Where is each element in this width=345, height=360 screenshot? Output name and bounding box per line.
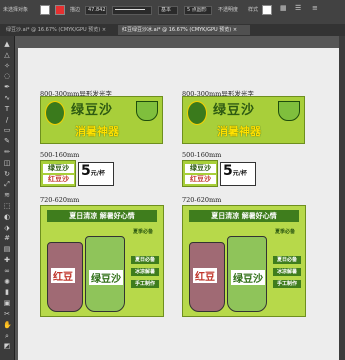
type-icon[interactable]: T	[3, 105, 11, 113]
eraser-icon[interactable]: ◫	[3, 159, 11, 167]
pen-icon[interactable]: ✒	[3, 83, 11, 91]
fill-swatch[interactable]	[40, 5, 50, 15]
price-unit: 元/杯	[90, 170, 105, 177]
blend-icon[interactable]: ∞	[3, 267, 11, 275]
free-transform-icon[interactable]: ⬚	[3, 202, 11, 210]
price-tag-2[interactable]: 5元/杯	[220, 162, 256, 186]
direct-selection-icon[interactable]: △	[3, 51, 11, 59]
close-icon: ×	[101, 27, 107, 33]
tag-3: 手工制作	[273, 280, 301, 288]
poster-2[interactable]: 夏日清凉 解暑好心情 红豆 绿豆沙 夏季必备 夏日必备 冰凉解暑 手工制作	[182, 205, 306, 317]
style-label[interactable]: 样式	[248, 6, 258, 13]
opacity-label[interactable]: 不透明度	[218, 6, 238, 13]
gradient-icon[interactable]: ▤	[3, 245, 11, 253]
tools-panel: ▲ △ ✧ ◌ ✒ ∿ T / ▭ ✎ ✏ ◫ ↻ ⤢ ≋ ⬚ ◐ ⬗ # ▤ ✚ ∞ ✺ ▮ ▣ ✂ ✋ ⌕ ◩	[0, 36, 15, 360]
curvature-icon[interactable]: ∿	[3, 94, 11, 102]
banner-title: 绿豆沙	[213, 103, 256, 118]
cup-green-label: 绿豆沙	[231, 270, 265, 285]
symbol-sprayer-icon[interactable]: ✺	[3, 278, 11, 286]
brush-type-field[interactable]: 基本	[158, 6, 178, 15]
hand-icon[interactable]: ✋	[3, 321, 12, 329]
small-sign-2[interactable]: 绿豆沙 红豆沙	[182, 160, 218, 187]
bowl-icon	[136, 101, 158, 121]
poster-title: 夏日清凉 解暑好心情	[47, 210, 157, 222]
banner-subtitle: 消暑神器	[217, 125, 261, 138]
selection-status: 未选择对象	[3, 7, 29, 13]
label-small-1: 500-160mm	[40, 151, 80, 159]
tag-1: 夏日必备	[131, 256, 159, 264]
stroke-swatch[interactable]	[55, 5, 65, 15]
tag-2: 冰凉解暑	[131, 268, 159, 276]
selection-icon[interactable]: ▲	[3, 40, 11, 48]
graph-icon[interactable]: ▮	[3, 288, 11, 296]
corner-badge: 夏季必备	[133, 229, 154, 235]
brush-field[interactable]	[112, 6, 152, 15]
chip-top: 绿豆沙	[43, 164, 74, 173]
artboard-icon[interactable]: ▣	[3, 299, 11, 307]
tag-1: 夏日必备	[273, 256, 301, 264]
chip-bottom: 红豆沙	[43, 175, 74, 184]
poster-1[interactable]: 夏日清凉 解暑好心情 红豆 绿豆沙 夏季必备 夏日必备 冰凉解暑 手工制作	[40, 205, 164, 317]
banner-1[interactable]: 绿豆沙 消暑神器	[40, 96, 163, 144]
lasso-icon[interactable]: ◌	[3, 72, 11, 80]
style-swatch[interactable]	[262, 5, 272, 15]
price-tag-1[interactable]: 5元/杯	[78, 162, 114, 186]
stroke-label: 描边	[70, 7, 81, 13]
tab-hongdou[interactable]: 红豆绿豆沙冰.ai* @ 16.67% (CMYK/GPU 预览) ×	[118, 25, 250, 35]
tab-lvdousha[interactable]: 绿豆沙.ai* @ 16.67% (CMYK/GPU 预览) ×	[2, 25, 118, 35]
banner-subtitle: 消暑神器	[75, 125, 119, 138]
point-field[interactable]: 5 点圆形	[184, 6, 212, 15]
mascot-icon	[187, 101, 207, 125]
cup-green-label: 绿豆沙	[89, 270, 123, 285]
eyedropper-icon[interactable]: ✚	[3, 256, 11, 264]
tag-3: 手工制作	[131, 280, 159, 288]
slice-icon[interactable]: ✂	[3, 310, 11, 318]
shape-builder-icon[interactable]: ◐	[3, 213, 11, 221]
control-bar: 未选择对象 描边 47.842 基本 5 点圆形 不透明度 样式 ▦ ☰ ≡	[0, 0, 345, 25]
mesh-icon[interactable]: #	[3, 234, 11, 242]
price-unit: 元/杯	[232, 170, 247, 177]
bowl-icon	[278, 101, 300, 121]
brush-stroke-preview	[115, 9, 145, 10]
cup-red-label: 红豆	[193, 268, 217, 283]
chip-bottom: 红豆沙	[185, 175, 216, 184]
label-poster-1: 720-620mm	[40, 196, 80, 204]
banner-title: 绿豆沙	[71, 103, 114, 118]
width-icon[interactable]: ≋	[3, 191, 11, 199]
menu-icon[interactable]: ≡	[312, 4, 318, 12]
banner-2[interactable]: 绿豆沙 消暑神器	[182, 96, 305, 144]
mascot-icon	[45, 101, 65, 125]
align-icon[interactable]: ☰	[295, 4, 301, 12]
rotate-icon[interactable]: ↻	[3, 170, 11, 178]
size-field[interactable]: 47.842	[85, 6, 107, 15]
rectangle-icon[interactable]: ▭	[3, 126, 11, 134]
tag-2: 冰凉解暑	[273, 268, 301, 276]
chip-top: 绿豆沙	[185, 164, 216, 173]
small-sign-1[interactable]: 绿豆沙 红豆沙	[40, 160, 76, 187]
price-value: 5	[81, 163, 91, 179]
vertical-scrollbar[interactable]	[339, 36, 345, 360]
close-icon: ×	[232, 27, 238, 33]
poster-title: 夏日清凉 解暑好心情	[189, 210, 299, 222]
zoom-icon[interactable]: ⌕	[3, 332, 11, 340]
line-icon[interactable]: /	[3, 116, 11, 124]
fill-stroke-icon[interactable]: ◩	[3, 342, 11, 350]
pencil-icon[interactable]: ✏	[3, 148, 11, 156]
cup-red-label: 红豆	[51, 268, 75, 283]
magic-wand-icon[interactable]: ✧	[3, 62, 11, 70]
scale-icon[interactable]: ⤢	[3, 180, 11, 188]
price-value: 5	[223, 163, 233, 179]
label-poster-2: 720-620mm	[182, 196, 222, 204]
perspective-icon[interactable]: ⬗	[3, 224, 11, 232]
paintbrush-icon[interactable]: ✎	[3, 137, 11, 145]
grid-icon[interactable]: ▦	[280, 4, 287, 12]
label-small-2: 500-160mm	[182, 151, 222, 159]
corner-badge: 夏季必备	[275, 229, 296, 235]
